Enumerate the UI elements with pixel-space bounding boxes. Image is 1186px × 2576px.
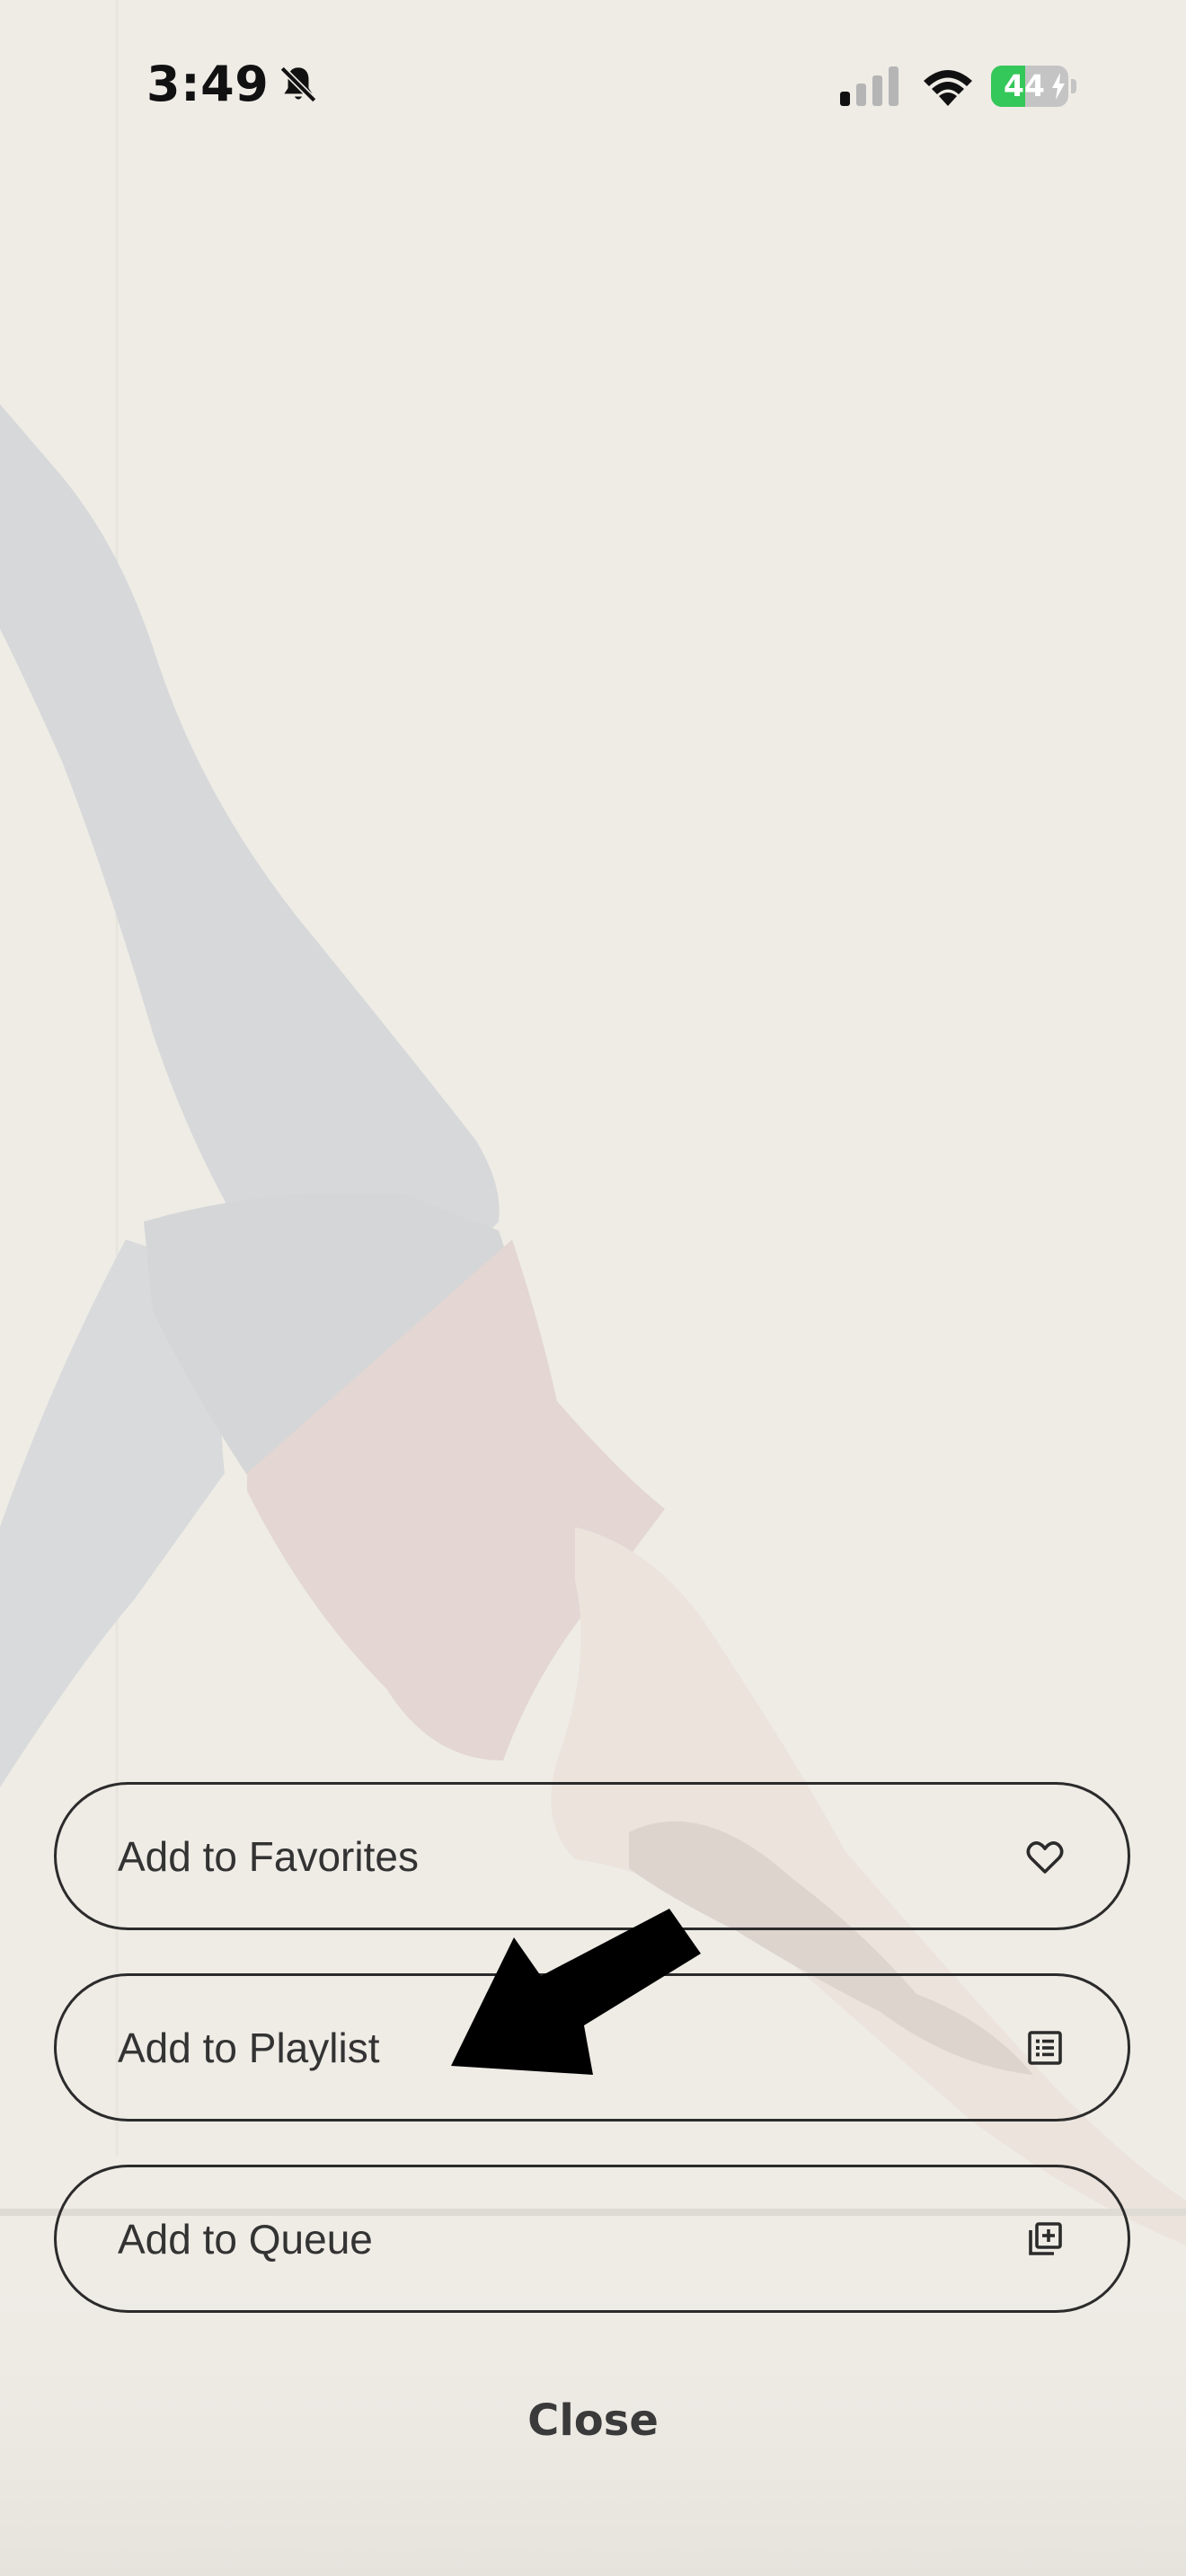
annotation-arrow-icon: [451, 1909, 701, 2075]
status-time: 3:49: [146, 56, 270, 112]
status-time-group: 3:49: [146, 56, 321, 112]
battery-tip: [1071, 79, 1076, 93]
charging-bolt-icon: [1052, 73, 1065, 100]
add-to-playlist-label: Add to Playlist: [118, 2024, 380, 2071]
close-button[interactable]: Close: [413, 2380, 773, 2461]
wifi-icon: [924, 70, 972, 106]
add-to-queue-icon: [1029, 2221, 1062, 2255]
add-to-queue-label: Add to Queue: [118, 2215, 373, 2263]
battery-indicator: 44: [991, 66, 1077, 107]
bell-slash-icon: [279, 65, 318, 103]
add-to-queue-button[interactable]: Add to Queue: [54, 2165, 1130, 2313]
heart-icon: [1026, 1840, 1064, 1874]
status-bar: 3:49 44: [0, 0, 1186, 171]
cellular-signal-icon: [840, 66, 898, 106]
list-icon: [1028, 2030, 1062, 2065]
add-to-favorites-label: Add to Favorites: [118, 1832, 419, 1880]
battery-body: 44: [991, 66, 1068, 107]
battery-level: 44: [1004, 68, 1045, 103]
